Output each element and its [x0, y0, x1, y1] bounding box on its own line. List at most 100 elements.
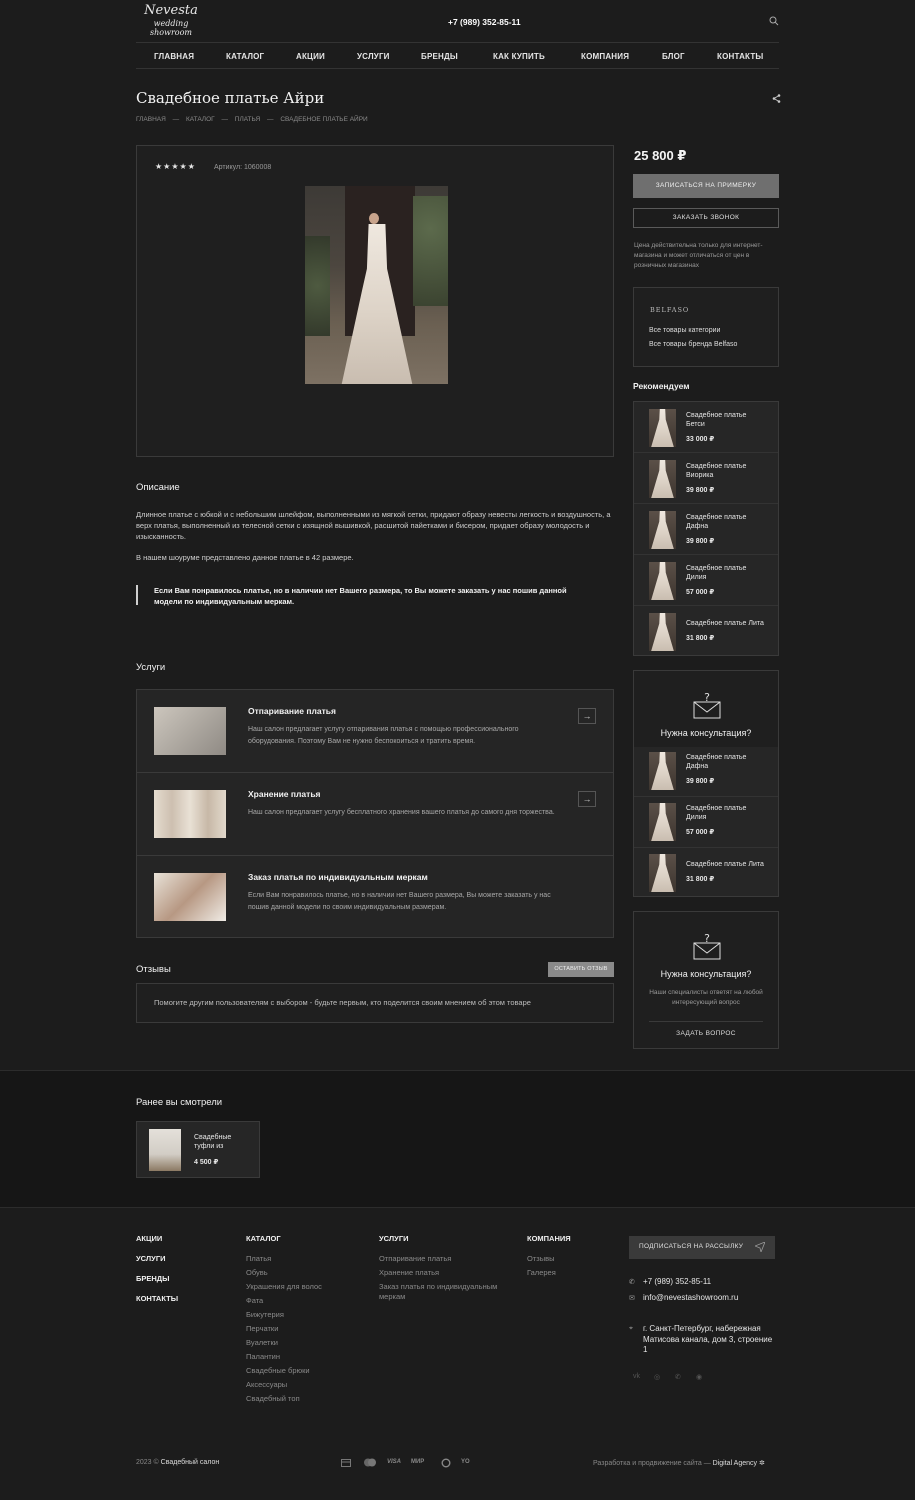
recommend-thumb	[649, 613, 676, 651]
footer-company-link[interactable]: Галерея	[527, 1268, 556, 1277]
footer-contacts-link[interactable]: КОНТАКТЫ	[136, 1294, 178, 1303]
recommend-price: 31 800 ₽	[686, 876, 715, 883]
nav-blog[interactable]: БЛОГ	[662, 52, 685, 61]
recommend-thumb	[649, 854, 676, 892]
brand-all-link[interactable]: Все товары бренда Belfaso	[649, 341, 737, 348]
recommend-item[interactable]: Свадебное платье Дафна 39 800 ₽	[634, 504, 778, 555]
footer-catalog-heading[interactable]: КАТАЛОГ	[246, 1234, 281, 1243]
footer-company-link[interactable]: Отзывы	[527, 1254, 554, 1263]
footer-phone[interactable]: +7 (989) 352-85-11	[643, 1277, 711, 1286]
recommend-name: Свадебное платье Дилия	[686, 805, 747, 821]
nav-promo[interactable]: АКЦИИ	[296, 52, 325, 61]
reviews-heading: Отзывы	[136, 964, 171, 975]
footer-service-link[interactable]: Отпаривание платья	[379, 1254, 451, 1263]
nav-home[interactable]: ГЛАВНАЯ	[154, 52, 194, 61]
arrow-right-icon[interactable]: →	[578, 708, 596, 724]
service-image	[154, 707, 226, 755]
viewed-price: 4 500 ₽	[194, 1159, 219, 1166]
location-icon: ⌖	[629, 1325, 633, 1332]
nav-how-to-buy[interactable]: КАК КУПИТЬ	[493, 52, 545, 61]
footer-catalog-link[interactable]: Аксессуары	[246, 1380, 287, 1389]
footer-services-link[interactable]: УСЛУГИ	[136, 1254, 165, 1263]
product-sku: Артикул: 1060008	[214, 164, 272, 171]
recommend-thumb	[649, 409, 676, 447]
share-icon[interactable]	[772, 94, 781, 103]
viber-icon[interactable]: ✆	[675, 1373, 681, 1381]
copyright-year: 2023 ©	[136, 1459, 159, 1466]
arrow-right-icon[interactable]: →	[578, 791, 596, 807]
breadcrumb-catalog[interactable]: КАТАЛОГ	[186, 116, 215, 123]
breadcrumb-dresses[interactable]: ПЛАТЬЯ	[235, 116, 260, 123]
nav-catalog[interactable]: КАТАЛОГ	[226, 52, 264, 61]
fitting-button[interactable]: ЗАПИСАТЬСЯ НА ПРИМЕРКУ	[633, 174, 779, 198]
call-button[interactable]: ЗАКАЗАТЬ ЗВОНОК	[633, 208, 779, 228]
footer-catalog-link[interactable]: Свадебные брюки	[246, 1366, 310, 1375]
ask-question-button[interactable]: ЗАДАТЬ ВОПРОС	[634, 1030, 778, 1037]
product-photo[interactable]	[305, 186, 448, 384]
nav-company[interactable]: КОМПАНИЯ	[581, 52, 629, 61]
recommend-item[interactable]: Свадебное платье Виорика 39 800 ₽	[634, 453, 778, 504]
leave-review-button[interactable]: ОСТАВИТЬ ОТЗЫВ	[548, 962, 614, 977]
footer-address: г. Санкт-Петербург, набережная Матисова …	[643, 1324, 773, 1354]
header-phone[interactable]: +7 (989) 352-85-11	[448, 17, 521, 27]
vk-icon[interactable]: vk	[633, 1373, 640, 1380]
instagram-icon[interactable]: ◎	[654, 1373, 660, 1381]
whatsapp-icon[interactable]: ◉	[696, 1373, 702, 1381]
nav-brands[interactable]: БРЕНДЫ	[421, 52, 458, 61]
service-image	[154, 790, 226, 838]
recommend-thumb	[649, 752, 676, 790]
footer-catalog-link[interactable]: Бижутерия	[246, 1310, 284, 1319]
footer-catalog-link[interactable]: Фата	[246, 1296, 263, 1305]
consult-overlay-panel: ? Нужна консультация? Свадебное платье Д…	[633, 670, 779, 897]
nav-contacts[interactable]: КОНТАКТЫ	[717, 52, 763, 61]
service-item[interactable]: Заказ платья по индивидуальным меркам Ес…	[137, 856, 613, 938]
service-text: Наш салон предлагает услугу отпаривания …	[248, 726, 519, 745]
footer-catalog-link[interactable]: Украшения для волос	[246, 1282, 322, 1291]
logo[interactable]: Nevesta wedding showroom	[136, 3, 206, 39]
breadcrumb-home[interactable]: ГЛАВНАЯ	[136, 116, 166, 123]
reviews-empty-text: Помогите другим пользователям с выбором …	[154, 998, 531, 1007]
recommend-price: 39 800 ₽	[686, 487, 715, 494]
service-text: Наш салон предлагает услугу бесплатного …	[248, 809, 555, 816]
consult-text: Наши специалисты ответят на любой интере…	[649, 989, 763, 1006]
developer-text: Разработка и продвижение сайта —	[593, 1460, 711, 1467]
footer-catalog-link[interactable]: Свадебный топ	[246, 1394, 300, 1403]
recommend-item[interactable]: Свадебное платье Дилия 57 000 ₽	[634, 555, 778, 606]
description-quote-bar	[136, 585, 138, 605]
recommend-item[interactable]: Свадебное платье Лита 31 800 ₽	[634, 606, 778, 656]
recommend-item[interactable]: Свадебное платье Дилия 57 000 ₽	[634, 797, 778, 848]
recommend-thumb	[649, 562, 676, 600]
recommend-price: 57 000 ₽	[686, 829, 715, 836]
footer-catalog-link[interactable]: Платья	[246, 1254, 271, 1263]
service-item[interactable]: Отпаривание платья Наш салон предлагает …	[137, 690, 613, 773]
footer-service-link[interactable]: Хранение платья	[379, 1268, 439, 1277]
footer-catalog-link[interactable]: Вуалетки	[246, 1338, 278, 1347]
brand-category-link[interactable]: Все товары категории	[649, 327, 720, 334]
recommend-item[interactable]: Свадебное платье Лита 31 800 ₽	[634, 848, 778, 897]
send-icon	[753, 1241, 766, 1254]
rating-stars: ★★★★★	[155, 162, 196, 171]
viewed-section: Ранее вы смотрели Свадебные туфли из 4 5…	[0, 1070, 915, 1208]
description-heading: Описание	[136, 482, 180, 493]
footer-brands-link[interactable]: БРЕНДЫ	[136, 1274, 170, 1283]
footer-service-link[interactable]: Заказ платья по индивидуальным меркам	[379, 1282, 509, 1302]
footer-email[interactable]: info@nevestashowroom.ru	[643, 1293, 738, 1302]
footer-services-heading[interactable]: УСЛУГИ	[379, 1234, 408, 1243]
footer-company-heading[interactable]: КОМПАНИЯ	[527, 1234, 571, 1243]
developer-credit[interactable]: Разработка и продвижение сайта — Digital…	[593, 1459, 765, 1467]
footer-catalog-link[interactable]: Обувь	[246, 1268, 268, 1277]
brand-logo[interactable]: BELFASO	[650, 306, 689, 314]
payment-icons: МИР VISA YO	[341, 1458, 481, 1470]
footer-promo-link[interactable]: АКЦИИ	[136, 1234, 162, 1243]
footer-catalog-link[interactable]: Перчатки	[246, 1324, 278, 1333]
header-divider-top	[136, 42, 779, 43]
viewed-item[interactable]: Свадебные туфли из 4 500 ₽	[136, 1121, 260, 1178]
nav-services[interactable]: УСЛУГИ	[357, 52, 390, 61]
footer-catalog-link[interactable]: Палантин	[246, 1352, 280, 1361]
service-item[interactable]: Хранение платья Наш салон предлагает усл…	[137, 773, 613, 856]
envelope-question-icon: ?	[692, 691, 722, 719]
search-icon[interactable]	[769, 16, 779, 26]
subscribe-button[interactable]: ПОДПИСАТЬСЯ НА РАССЫЛКУ	[629, 1236, 775, 1259]
recommend-item[interactable]: Свадебное платье Дафна 39 800 ₽	[634, 746, 778, 797]
recommend-item[interactable]: Свадебное платье Бетси 33 000 ₽	[634, 402, 778, 453]
